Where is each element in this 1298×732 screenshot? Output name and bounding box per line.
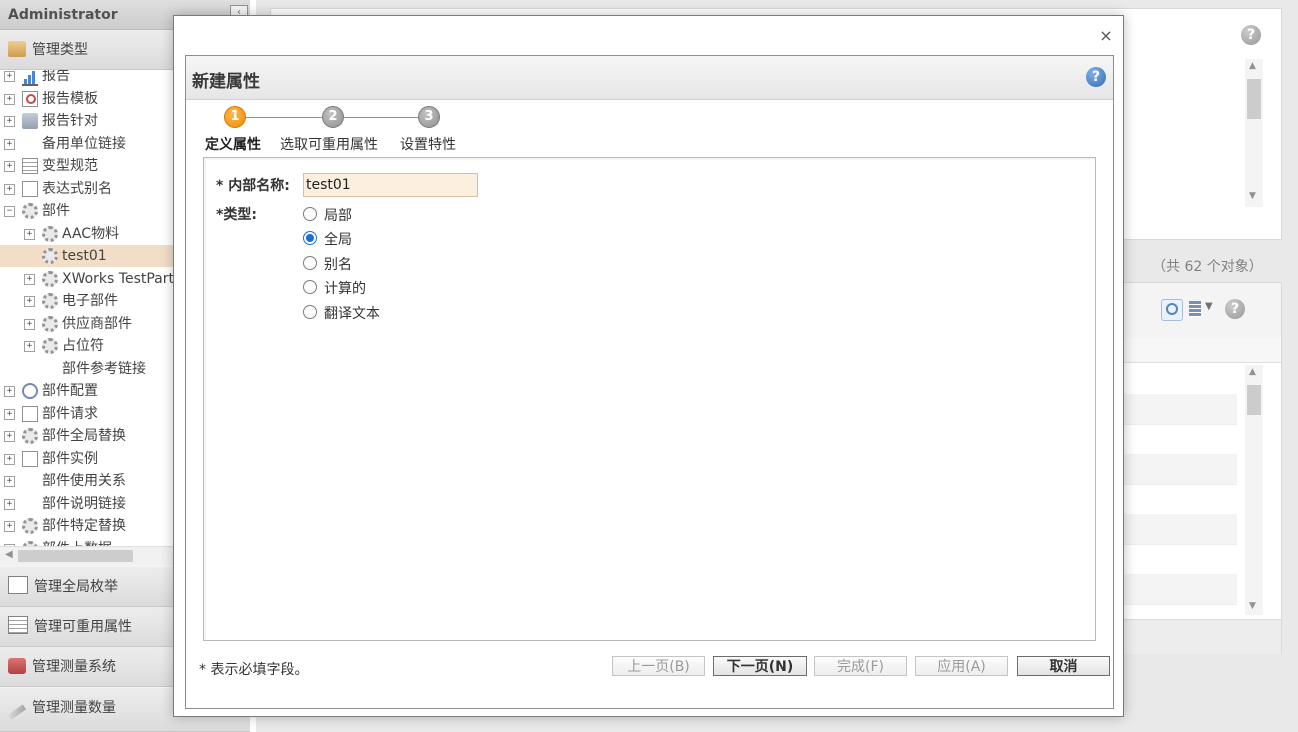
wizard-steps: 1 2 3 定义属性 选取可重用属性 设置特性: [186, 102, 1113, 154]
next-button[interactable]: 下一页(N): [713, 656, 807, 676]
step-1-indicator[interactable]: 1: [224, 106, 246, 128]
dialog-title: 新建属性: [192, 72, 260, 92]
step-1-label[interactable]: 定义属性: [205, 134, 261, 154]
required-field-note: * 表示必填字段。: [199, 662, 309, 678]
internal-name-label: * 内部名称:: [216, 178, 290, 194]
wizard-header: 新建属性 ?: [186, 56, 1113, 100]
step-3-indicator[interactable]: 3: [418, 106, 440, 128]
step-connector: [236, 117, 322, 118]
step-2-indicator[interactable]: 2: [322, 106, 344, 128]
step-connector: [344, 117, 418, 118]
type-option-label: 计算的: [324, 281, 366, 297]
type-radio[interactable]: [303, 280, 317, 294]
internal-name-input[interactable]: [303, 173, 478, 197]
wizard-frame: 新建属性 ? 1 2 3 定义属性 选取可重用属性 设置特性 * 内部名称: *…: [185, 55, 1114, 709]
cancel-button[interactable]: 取消: [1017, 656, 1110, 676]
finish-button[interactable]: 完成(F): [814, 656, 907, 676]
close-icon[interactable]: ×: [1098, 26, 1114, 46]
type-radio[interactable]: [303, 305, 317, 319]
type-radio[interactable]: [303, 256, 317, 270]
type-option-label: 全局: [324, 232, 352, 248]
help-icon[interactable]: ?: [1086, 67, 1106, 87]
type-radio[interactable]: [303, 207, 317, 221]
new-attribute-dialog: × 新建属性 ? 1 2 3 定义属性 选取可重用属性 设置特性 * 内部名称:…: [173, 15, 1124, 717]
apply-button[interactable]: 应用(A): [915, 656, 1008, 676]
previous-button[interactable]: 上一页(B): [612, 656, 705, 676]
type-label: *类型:: [216, 207, 257, 223]
step-3-label[interactable]: 设置特性: [400, 134, 456, 154]
type-option-label: 翻译文本: [324, 306, 380, 322]
type-radio[interactable]: [303, 231, 317, 245]
step-2-label[interactable]: 选取可重用属性: [280, 134, 378, 154]
type-option-label: 别名: [324, 257, 352, 273]
define-attribute-form: * 内部名称: *类型: 局部全局别名计算的翻译文本: [203, 157, 1096, 641]
type-option-label: 局部: [324, 208, 352, 224]
